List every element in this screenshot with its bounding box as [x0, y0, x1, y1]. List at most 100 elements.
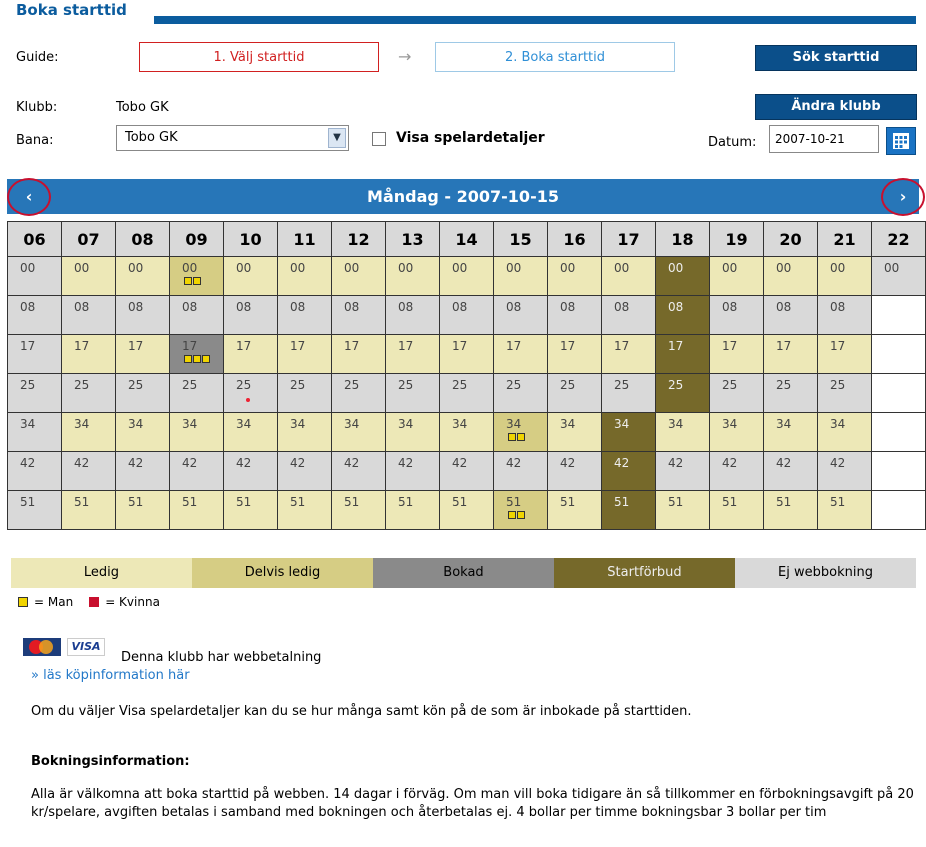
- tee-time-slot[interactable]: 17: [547, 334, 602, 374]
- tee-time-slot[interactable]: 08: [655, 295, 710, 335]
- tee-time-slot[interactable]: 08: [169, 295, 224, 335]
- tee-time-slot[interactable]: 25: [61, 373, 116, 413]
- tee-time-slot[interactable]: 00: [7, 256, 62, 296]
- tee-time-slot[interactable]: 00: [871, 256, 926, 296]
- tee-time-slot[interactable]: 17: [601, 334, 656, 374]
- tee-time-slot[interactable]: 25: [601, 373, 656, 413]
- tee-time-slot[interactable]: 25: [655, 373, 710, 413]
- tee-time-slot[interactable]: 51: [277, 490, 332, 530]
- tee-time-slot[interactable]: 42: [277, 451, 332, 491]
- tee-time-slot[interactable]: 17: [709, 334, 764, 374]
- tee-time-slot[interactable]: 34: [223, 412, 278, 452]
- tee-time-slot[interactable]: 34: [169, 412, 224, 452]
- tee-time-slot[interactable]: 00: [277, 256, 332, 296]
- tee-time-slot[interactable]: 42: [115, 451, 170, 491]
- show-players-label[interactable]: Visa spelardetaljer: [396, 130, 545, 146]
- tee-time-slot[interactable]: 25: [169, 373, 224, 413]
- tee-time-slot[interactable]: 42: [169, 451, 224, 491]
- guide-step-book-time[interactable]: 2. Boka starttid: [435, 42, 675, 72]
- tee-time-slot[interactable]: 34: [709, 412, 764, 452]
- tee-time-slot[interactable]: 00: [169, 256, 224, 296]
- tee-time-slot[interactable]: 34: [115, 412, 170, 452]
- tee-time-slot[interactable]: 42: [493, 451, 548, 491]
- tee-time-slot[interactable]: 17: [493, 334, 548, 374]
- tee-time-slot[interactable]: 42: [547, 451, 602, 491]
- tee-time-slot[interactable]: 00: [115, 256, 170, 296]
- tee-time-slot[interactable]: 42: [817, 451, 872, 491]
- tee-time-slot[interactable]: 17: [763, 334, 818, 374]
- tee-time-slot[interactable]: 34: [7, 412, 62, 452]
- tee-time-slot[interactable]: 51: [817, 490, 872, 530]
- tee-time-slot[interactable]: 51: [493, 490, 548, 530]
- tee-time-slot[interactable]: 08: [385, 295, 440, 335]
- tee-time-slot[interactable]: 00: [547, 256, 602, 296]
- tee-time-slot[interactable]: 08: [493, 295, 548, 335]
- tee-time-slot[interactable]: 34: [601, 412, 656, 452]
- tee-time-slot[interactable]: 25: [115, 373, 170, 413]
- tee-time-slot[interactable]: 00: [439, 256, 494, 296]
- tee-time-slot[interactable]: 34: [439, 412, 494, 452]
- tee-time-slot[interactable]: 34: [385, 412, 440, 452]
- tee-time-slot[interactable]: 08: [115, 295, 170, 335]
- tee-time-slot[interactable]: 17: [223, 334, 278, 374]
- tee-time-slot[interactable]: 25: [7, 373, 62, 413]
- tee-time-slot[interactable]: 51: [655, 490, 710, 530]
- tee-time-slot[interactable]: 42: [439, 451, 494, 491]
- tee-time-slot[interactable]: 51: [709, 490, 764, 530]
- tee-time-slot[interactable]: 17: [7, 334, 62, 374]
- tee-time-slot[interactable]: 08: [331, 295, 386, 335]
- tee-time-slot[interactable]: 25: [547, 373, 602, 413]
- search-time-button[interactable]: Sök starttid: [755, 45, 917, 71]
- tee-time-slot[interactable]: 51: [763, 490, 818, 530]
- tee-time-slot[interactable]: 08: [439, 295, 494, 335]
- tee-time-slot[interactable]: 17: [655, 334, 710, 374]
- tee-time-slot[interactable]: 51: [331, 490, 386, 530]
- tee-time-slot[interactable]: 00: [709, 256, 764, 296]
- purchase-info-link[interactable]: » läs köpinformation här: [31, 668, 190, 683]
- tee-time-slot[interactable]: 08: [7, 295, 62, 335]
- tee-time-slot[interactable]: 17: [169, 334, 224, 374]
- next-day-button[interactable]: ›: [881, 178, 925, 216]
- tee-time-slot[interactable]: 25: [709, 373, 764, 413]
- tee-time-slot[interactable]: 25: [493, 373, 548, 413]
- tee-time-slot[interactable]: 34: [493, 412, 548, 452]
- guide-step-choose-time[interactable]: 1. Välj starttid: [139, 42, 379, 72]
- tee-time-slot[interactable]: 00: [601, 256, 656, 296]
- tee-time-slot[interactable]: 17: [61, 334, 116, 374]
- tee-time-slot[interactable]: 34: [817, 412, 872, 452]
- tee-time-slot[interactable]: 34: [277, 412, 332, 452]
- change-club-button[interactable]: Ändra klubb: [755, 94, 917, 120]
- tee-time-slot[interactable]: 34: [331, 412, 386, 452]
- tee-time-slot[interactable]: 25: [763, 373, 818, 413]
- tee-time-slot[interactable]: 51: [169, 490, 224, 530]
- tee-time-slot[interactable]: 08: [763, 295, 818, 335]
- chevron-down-icon[interactable]: ▼: [328, 128, 346, 148]
- tee-time-slot[interactable]: 51: [547, 490, 602, 530]
- tee-time-slot[interactable]: 08: [547, 295, 602, 335]
- tee-time-slot[interactable]: 42: [763, 451, 818, 491]
- tee-time-slot[interactable]: 34: [61, 412, 116, 452]
- tee-time-slot[interactable]: 17: [385, 334, 440, 374]
- tee-time-slot[interactable]: 42: [7, 451, 62, 491]
- date-field[interactable]: 2007-10-21: [769, 125, 879, 153]
- tee-time-slot[interactable]: 42: [655, 451, 710, 491]
- tee-time-slot[interactable]: 00: [61, 256, 116, 296]
- tee-time-slot[interactable]: 08: [277, 295, 332, 335]
- tee-time-slot[interactable]: 25: [223, 373, 278, 413]
- tee-time-slot[interactable]: 25: [439, 373, 494, 413]
- tee-time-slot[interactable]: 34: [547, 412, 602, 452]
- tee-time-slot[interactable]: 51: [439, 490, 494, 530]
- tee-time-slot[interactable]: 08: [601, 295, 656, 335]
- tee-time-slot[interactable]: 00: [385, 256, 440, 296]
- tee-time-slot[interactable]: 17: [115, 334, 170, 374]
- calendar-icon[interactable]: [886, 127, 916, 155]
- tee-time-slot[interactable]: 51: [7, 490, 62, 530]
- tee-time-slot[interactable]: 00: [493, 256, 548, 296]
- tee-time-slot[interactable]: 42: [709, 451, 764, 491]
- tee-time-slot[interactable]: 00: [763, 256, 818, 296]
- tee-time-slot[interactable]: 00: [223, 256, 278, 296]
- tee-time-slot[interactable]: 51: [601, 490, 656, 530]
- tee-time-slot[interactable]: 25: [817, 373, 872, 413]
- tee-time-slot[interactable]: 34: [763, 412, 818, 452]
- tee-time-slot[interactable]: 34: [655, 412, 710, 452]
